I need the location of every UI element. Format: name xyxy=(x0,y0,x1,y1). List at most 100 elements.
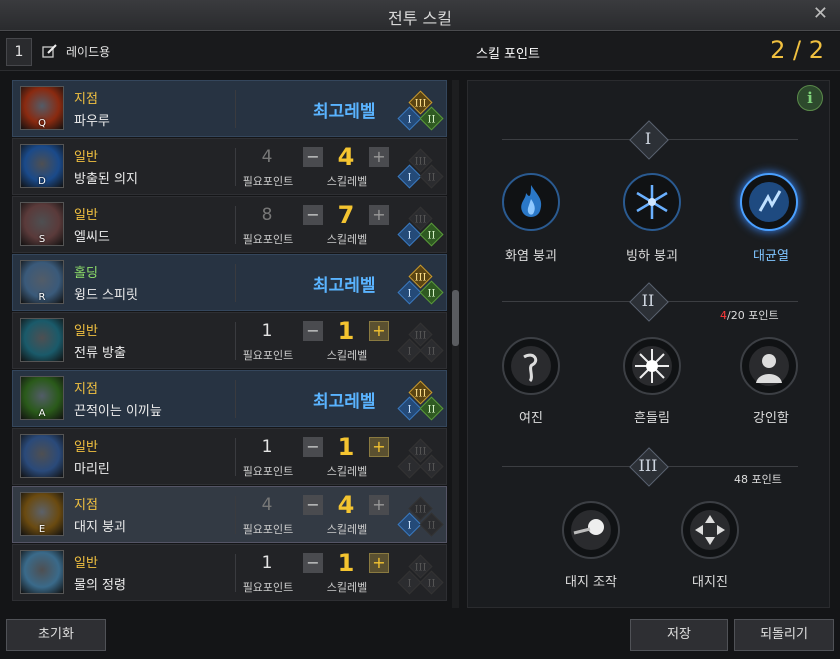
skill-point-count: 2 / 2 xyxy=(770,36,824,64)
level-up-button[interactable]: + xyxy=(369,437,389,457)
skill-type: 일반 xyxy=(74,440,98,455)
node-label: 대지 조작 xyxy=(565,575,617,590)
tier-numeral: II xyxy=(641,291,655,310)
tier2-points: 4/20 포인트 xyxy=(720,309,779,322)
skill-type: 홀딩 xyxy=(74,266,98,281)
row-divider xyxy=(235,380,236,418)
level-down-button[interactable]: − xyxy=(303,553,323,573)
required-points-label: 필요포인트 xyxy=(242,233,294,246)
required-points: 1 xyxy=(261,553,273,573)
level-up-button[interactable]: + xyxy=(369,495,389,515)
required-points-label: 필요포인트 xyxy=(242,581,294,594)
preset-number[interactable]: 1 xyxy=(6,38,32,66)
level-down-button[interactable]: − xyxy=(303,321,323,341)
required-points: 1 xyxy=(261,321,273,341)
reset-button[interactable]: 초기화 xyxy=(6,619,106,651)
tripod-group[interactable]: III I II xyxy=(397,317,444,365)
row-divider xyxy=(235,264,236,302)
skill-icon xyxy=(20,318,64,362)
skill-list: Q 지점 파우루 최고레벨 III I II D 일반 방출된 의지 4 필요포… xyxy=(12,80,447,608)
skill-row[interactable]: Q 지점 파우루 최고레벨 III I II xyxy=(12,80,447,137)
edit-icon[interactable] xyxy=(42,43,58,59)
skill-icon: Q xyxy=(20,86,64,130)
row-divider xyxy=(235,496,236,534)
level-down-button[interactable]: − xyxy=(303,495,323,515)
tripod-group[interactable]: III I II xyxy=(397,491,444,539)
required-points-label: 필요포인트 xyxy=(242,175,294,188)
required-points: 4 xyxy=(261,495,273,515)
skill-icon: A xyxy=(20,376,64,420)
skill-key-label: D xyxy=(38,176,46,187)
skill-icon: E xyxy=(20,492,64,536)
tier-numeral: I xyxy=(644,129,652,148)
skill-point-title: 스킬 포인트 xyxy=(476,47,540,62)
skill-row[interactable]: E 지점 대지 붕괴 4 필요포인트 − 4 + 스킬레벨 III I II xyxy=(12,486,447,543)
tripod-group[interactable]: III I II xyxy=(397,549,444,597)
row-divider xyxy=(235,438,236,476)
skill-row[interactable]: 일반 물의 정령 1 필요포인트 − 1 + 스킬레벨 III I II xyxy=(12,544,447,601)
row-divider xyxy=(235,322,236,360)
level-down-button[interactable]: − xyxy=(303,205,323,225)
skill-type: 일반 xyxy=(74,208,98,223)
level-down-button[interactable]: − xyxy=(303,437,323,457)
required-points-label: 필요포인트 xyxy=(242,465,294,478)
crack-icon[interactable] xyxy=(740,173,798,231)
tier3-points: 48 포인트 xyxy=(734,473,782,486)
node-label: 화염 붕괴 xyxy=(505,249,557,264)
tripod-group[interactable]: III I II xyxy=(397,85,444,133)
skill-name: 윙드 스피릿 xyxy=(74,288,138,303)
required-points-label: 필요포인트 xyxy=(242,523,294,536)
skill-row[interactable]: 일반 마리린 1 필요포인트 − 1 + 스킬레벨 III I II xyxy=(12,428,447,485)
window-title: 전투 스킬 xyxy=(388,9,452,28)
skill-row[interactable]: A 지점 끈적이는 이끼늪 최고레벨 III I II xyxy=(12,370,447,427)
skill-level-label: 스킬레벨 xyxy=(326,581,368,594)
save-button[interactable]: 저장 xyxy=(630,619,728,651)
tripod-group[interactable]: III I II xyxy=(397,143,444,191)
required-points: 4 xyxy=(261,147,273,167)
skill-level-label: 스킬레벨 xyxy=(326,349,368,362)
skill-name: 끈적이는 이끼늪 xyxy=(74,404,162,419)
skill-type: 일반 xyxy=(74,150,98,165)
skill-key-label: Q xyxy=(38,118,46,129)
close-icon[interactable]: ✕ xyxy=(813,3,828,24)
snowflake-icon[interactable] xyxy=(623,173,681,231)
skill-level: 4 xyxy=(337,143,355,171)
revert-button[interactable]: 되돌리기 xyxy=(734,619,834,651)
node-label: 대균열 xyxy=(753,249,789,264)
skill-row[interactable]: 일반 전류 방출 1 필요포인트 − 1 + 스킬레벨 III I II xyxy=(12,312,447,369)
skill-type: 지점 xyxy=(74,382,98,397)
burst-icon[interactable] xyxy=(623,337,681,395)
level-down-button[interactable]: − xyxy=(303,147,323,167)
skill-row[interactable]: S 일반 엘씨드 8 필요포인트 − 7 + 스킬레벨 III I II xyxy=(12,196,447,253)
awakening-panel: i I 화염 붕괴 빙하 붕괴 대균열 II 4/20 포인트 여진 흔들림 강… xyxy=(467,80,830,608)
skill-name: 마리린 xyxy=(74,462,110,477)
skill-name: 전류 방출 xyxy=(74,346,126,361)
row-divider xyxy=(235,90,236,128)
earth-control-icon[interactable] xyxy=(562,501,620,559)
node-label: 흔들림 xyxy=(634,411,670,426)
scrollbar[interactable] xyxy=(452,80,459,608)
level-up-button[interactable]: + xyxy=(369,205,389,225)
flame-icon[interactable] xyxy=(502,173,560,231)
level-up-button[interactable]: + xyxy=(369,147,389,167)
aftershock-icon[interactable] xyxy=(502,337,560,395)
skill-icon: S xyxy=(20,202,64,246)
skill-level-label: 스킬레벨 xyxy=(326,523,368,536)
skill-row[interactable]: R 홀딩 윙드 스피릿 최고레벨 III I II xyxy=(12,254,447,311)
toughness-icon[interactable] xyxy=(740,337,798,395)
tripod-group[interactable]: III I II xyxy=(397,375,444,423)
level-up-button[interactable]: + xyxy=(369,553,389,573)
tripod-group[interactable]: III I II xyxy=(397,433,444,481)
tripod-group[interactable]: III I II xyxy=(397,201,444,249)
toolbar: 1 레이드용 스킬 포인트 2 / 2 xyxy=(0,32,840,71)
scroll-thumb[interactable] xyxy=(452,290,459,346)
skill-type: 지점 xyxy=(74,92,98,107)
level-up-button[interactable]: + xyxy=(369,321,389,341)
node-label: 대지진 xyxy=(692,575,728,590)
skill-icon: D xyxy=(20,144,64,188)
info-icon[interactable]: i xyxy=(797,85,823,111)
tripod-group[interactable]: III I II xyxy=(397,259,444,307)
skill-row[interactable]: D 일반 방출된 의지 4 필요포인트 − 4 + 스킬레벨 III I II xyxy=(12,138,447,195)
earthquake-icon[interactable] xyxy=(681,501,739,559)
required-points: 1 xyxy=(261,437,273,457)
